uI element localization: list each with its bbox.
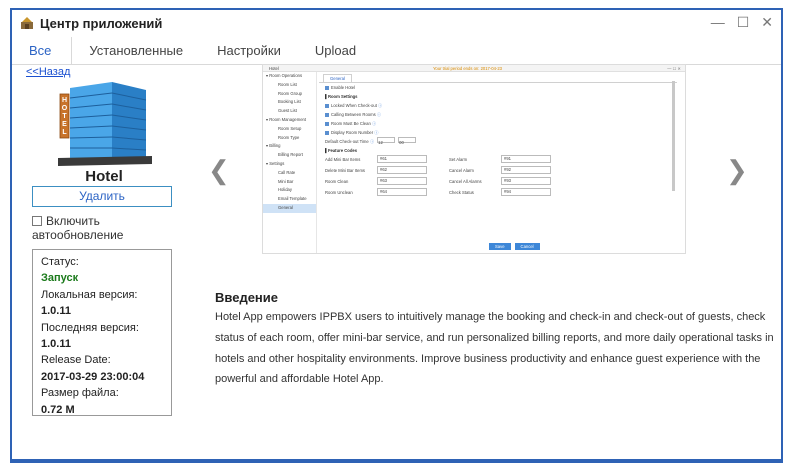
screenshot-code-value: #92 [501,166,551,174]
close-button[interactable]: ✕ [761,14,773,30]
chevron-left-icon[interactable]: ❮ [208,157,230,183]
screenshot-app-title: Hotel [269,66,279,71]
release-date-value: 2017-03-29 23:00:04 [41,370,145,383]
screenshot-checkout-time: Default Check-out Time ⓘ 12 00 [319,137,677,146]
tab-upload[interactable]: Upload [298,37,373,65]
screenshot-code-label: Delete Mini Bar Items [325,168,366,173]
tab-installed[interactable]: Установленные [72,37,200,65]
screenshot-option: Calling Between Rooms ⓘ [319,110,677,119]
screenshot-titlebar: Hotel Your trial period ends on: 2017-04… [263,65,685,72]
back-link[interactable]: <<Назад [26,66,70,78]
screenshot-code-label: Check Status [449,190,474,195]
screenshot-code-row: Add Mini Bar Items #61 Set Alarm #91 [319,155,677,166]
svg-text:H: H [62,97,67,104]
screenshot-trial-notice: Your trial period ends on: 2017-04-23 [433,66,502,71]
tab-all[interactable]: Все [12,37,73,65]
window-title: Центр приложений [40,15,163,31]
screenshot-sidebar: ▾ Room Operations Room List Room Group Book… [263,72,317,253]
svg-text:E: E [62,121,67,128]
screenshot-scrollbar [672,81,675,191]
screenshot-save-button: Save [489,243,511,250]
screenshot-code-row: Delete Mini Bar Items #62 Cancel Alarm #92 [319,166,677,177]
intro-heading: Введение [215,290,278,305]
latest-version-label: Последняя версия: [41,321,139,334]
screenshot-option: Locked When Check-out ⓘ [319,101,677,110]
screenshot-window-controls: — ☐ ✕ [667,66,681,71]
screenshot-room-settings: ▌Room Settings [325,94,358,99]
screenshot-code-label: Add Mini Bar Items [325,157,361,162]
screenshot-code-label: Cancel Alarm [449,168,474,173]
tab-bar: Все Установленные Настройки Upload [12,37,781,65]
hotel-app-logo: H O T E L [58,82,152,166]
screenshot-option: Display Room Number ⓘ [319,128,677,137]
screenshot-sidebar-item: Room Type [278,134,300,140]
autoupdate-label-line1: Включить [46,214,100,228]
screenshot-codes: Add Mini Bar Items #61 Set Alarm #91 Delete … [319,155,677,199]
screenshot-sidebar-item: Room List [278,81,297,87]
screenshot-code-value: #94 [501,188,551,196]
app-info-panel: Статус: Запуск Локальная версия: 1.0.11 … [32,249,172,416]
screenshot-buttons: Save Cancel [489,243,544,250]
screenshot-code-row: Room Clean #63 Cancel All Alarms #93 [319,177,677,188]
screenshot-code-value: #61 [377,155,427,163]
autoupdate-checkbox[interactable] [32,216,42,226]
app-window: Центр приложений — ☐ ✕ Все Установленные… [10,8,783,463]
screenshot-code-row: Room Unclean #64 Check Status #94 [319,188,677,199]
screenshot-code-label: Room Unclean [325,190,353,195]
title-bar: Центр приложений — ☐ ✕ [12,10,781,36]
latest-version-value: 1.0.11 [41,338,71,351]
screenshot-tab-general: General [323,74,352,82]
screenshot-sidebar-item: Guest List [278,108,297,114]
screenshot-enable-hotel: Enable Hotel [319,83,677,92]
screenshot-sidebar-item: Room Group [278,90,302,96]
screenshot-sidebar-item: ▾ Billing [266,143,281,149]
screenshot-cancel-button: Cancel [514,243,540,250]
status-value: Запуск [41,272,79,285]
release-date-label: Release Date: [41,354,111,367]
local-version-value: 1.0.11 [41,305,71,318]
file-size-label: Размер файла: [41,387,119,400]
status-label: Статус: [41,256,79,268]
intro-text: Hotel App empowers IPPBX users to intuit… [215,311,774,386]
window-controls: — ☐ ✕ [711,14,773,30]
screenshot-code-value: #91 [501,155,551,163]
screenshot-sidebar-item: Mini Bar [278,178,294,184]
autoupdate-label-line2: автообновление [32,228,124,242]
minimize-button[interactable]: — [711,14,725,30]
app-name: Hotel [85,168,123,185]
autoupdate-option: Включить автообновление [32,214,123,242]
app-screenshot: Hotel Your trial period ends on: 2017-04… [262,64,686,254]
file-size-value: 0.72 M [41,403,75,416]
screenshot-code-value: #62 [377,166,427,174]
svg-text:O: O [62,105,68,112]
screenshot-sidebar-item: Room Setup [278,125,302,131]
screenshot-sidebar-item: General [263,203,316,213]
tab-settings[interactable]: Настройки [200,37,298,65]
screenshot-main: General Enable Hotel ▌Room Settings Lock… [319,72,677,253]
local-version-label: Локальная версия: [41,288,138,301]
screenshot-code-label: Cancel All Alarms [449,179,482,184]
screenshot-sidebar-item: ▾ Room Management [266,116,307,122]
screenshot-sidebar-item: Holiday [278,187,292,193]
screenshot-code-label: Set Alarm [449,157,468,162]
svg-text:L: L [62,129,67,136]
screenshot-code-label: Room Clean [325,179,349,184]
screenshot-feature-codes: ▌Feature Codes [325,148,358,153]
chevron-right-icon[interactable]: ❯ [726,157,748,183]
screenshot-sidebar-item: Billing Report [278,152,303,158]
svg-text:T: T [62,113,67,120]
screenshot-option: Room Must Be Clean ⓘ [319,119,677,128]
screenshot-sidebar-item: Email Template [278,196,307,202]
maximize-button[interactable]: ☐ [737,14,750,30]
app-center-icon [21,17,33,29]
screenshot-code-value: #64 [377,188,427,196]
screenshot-code-value: #93 [501,177,551,185]
screenshot-sidebar-item: Call Rate [278,169,296,175]
screenshot-sidebar-item: ▾ Settings [266,160,285,166]
screenshot-sidebar-item: ▾ Room Operations [266,73,303,78]
screenshot-code-value: #63 [377,177,427,185]
screenshot-sidebar-item: Booking List [278,99,301,105]
uninstall-button[interactable]: Удалить [32,186,172,207]
